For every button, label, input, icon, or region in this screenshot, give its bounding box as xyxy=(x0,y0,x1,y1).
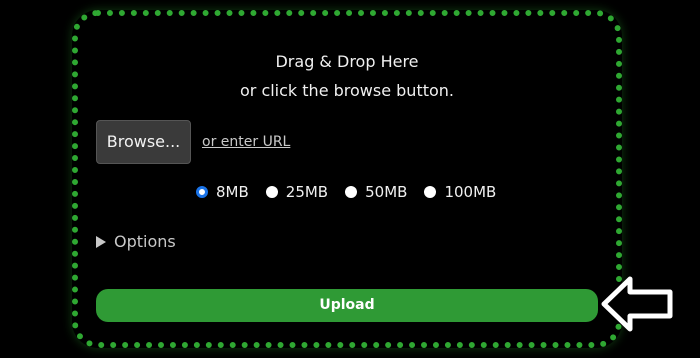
arrow-left-icon xyxy=(601,276,673,332)
drop-zone-title: Drag & Drop Here xyxy=(275,52,419,71)
upload-page: Drag & Drop Here or click the browse but… xyxy=(0,0,700,358)
radio-button[interactable] xyxy=(265,186,278,198)
enter-url-link[interactable]: or enter URL xyxy=(202,134,290,150)
options-toggle[interactable]: Options xyxy=(96,232,176,251)
upload-button[interactable]: Upload xyxy=(96,289,598,322)
radio-button-checked[interactable] xyxy=(196,186,208,198)
options-label: Options xyxy=(114,232,176,251)
size-option-label: 25MB xyxy=(285,183,329,201)
radio-button[interactable] xyxy=(424,186,437,198)
triangle-right-icon xyxy=(96,235,106,248)
size-option-label: 8MB xyxy=(216,183,249,201)
radio-button[interactable] xyxy=(345,186,358,198)
size-option-100mb[interactable]: 100MB xyxy=(424,183,496,201)
size-option-label: 100MB xyxy=(444,183,497,201)
drop-zone-subtitle: or click the browse button. xyxy=(239,81,454,100)
size-option-8mb[interactable]: 8MB xyxy=(196,183,249,201)
size-option-label: 50MB xyxy=(365,183,408,201)
browse-button[interactable]: Browse... xyxy=(96,120,191,164)
size-option-50mb[interactable]: 50MB xyxy=(345,183,407,201)
size-option-25mb[interactable]: 25MB xyxy=(265,183,329,201)
size-radio-group: 8MB 25MB 50MB 100MB xyxy=(196,183,513,201)
